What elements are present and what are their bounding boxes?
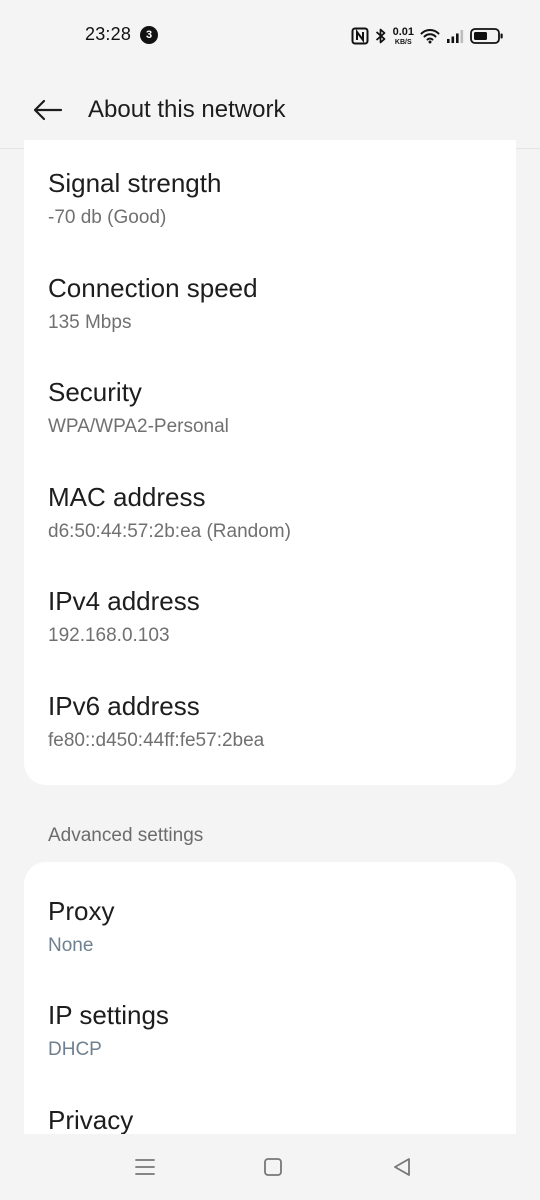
- ipv4-address-item[interactable]: IPv4 address 192.168.0.103: [48, 585, 200, 649]
- privacy-item[interactable]: Privacy: [48, 1104, 133, 1136]
- item-title: IPv4 address: [48, 586, 200, 616]
- item-value: -70 db (Good): [48, 207, 167, 228]
- advanced-settings-header: Advanced settings: [48, 825, 204, 846]
- app-bar: About this network: [0, 72, 540, 149]
- navigation-bar: [0, 1134, 540, 1200]
- wifi-icon: [420, 28, 440, 44]
- signal-icon: [446, 29, 464, 43]
- nfc-icon: [351, 27, 369, 45]
- system-back-button[interactable]: [389, 1154, 415, 1180]
- network-speed-unit: KB/S: [394, 38, 412, 46]
- status-time: 23:28: [85, 24, 132, 44]
- ip-settings-item[interactable]: IP settings DHCP: [48, 999, 169, 1063]
- item-title: Connection speed: [48, 273, 258, 303]
- connection-speed-item[interactable]: Connection speed 135 Mbps: [48, 272, 258, 336]
- network-info-card: Signal strength -70 db (Good) Connection…: [24, 140, 516, 785]
- security-item[interactable]: Security WPA/WPA2-Personal: [48, 376, 229, 440]
- item-title: IPv6 address: [48, 691, 200, 721]
- network-speed-value: 0.01: [392, 25, 414, 38]
- status-bar: 23:28 3 0.01 KB/S: [0, 0, 540, 72]
- back-icon: [394, 1158, 410, 1176]
- ipv6-address-item[interactable]: IPv6 address fe80::d450:44ff:fe57:2bea: [48, 690, 264, 754]
- item-value: DHCP: [48, 1039, 102, 1060]
- item-title: Signal strength: [48, 168, 222, 198]
- item-value: None: [48, 935, 94, 956]
- item-value: d6:50:44:57:2b:ea (Random): [48, 521, 291, 542]
- home-icon: [264, 1158, 282, 1176]
- menu-icon: [135, 1159, 155, 1175]
- item-value: WPA/WPA2-Personal: [48, 416, 229, 437]
- home-button[interactable]: [260, 1154, 286, 1180]
- status-icons: 0.01 KB/S: [351, 24, 504, 48]
- signal-strength-item[interactable]: Signal strength -70 db (Good): [48, 167, 221, 231]
- item-title: Proxy: [48, 896, 115, 926]
- advanced-settings-card: Proxy None IP settings DHCP Privacy: [24, 862, 516, 1162]
- item-value: fe80::d450:44ff:fe57:2bea: [48, 730, 265, 751]
- page-title: About this network: [88, 96, 286, 123]
- item-title: Security: [48, 377, 142, 407]
- arrow-left-icon: [33, 99, 63, 121]
- mac-address-item[interactable]: MAC address d6:50:44:57:2b:ea (Random): [48, 481, 291, 545]
- network-speed: 0.01 KB/S: [392, 25, 414, 46]
- item-title: IP settings: [48, 1000, 169, 1030]
- battery-icon: [470, 27, 504, 45]
- bluetooth-icon: [375, 27, 387, 45]
- item-value: 135 Mbps: [48, 312, 132, 333]
- recents-button[interactable]: [132, 1154, 158, 1180]
- back-button[interactable]: [30, 94, 66, 126]
- item-title: MAC address: [48, 482, 206, 512]
- item-value: 192.168.0.103: [48, 625, 170, 646]
- item-title: Privacy: [48, 1105, 134, 1135]
- proxy-item[interactable]: Proxy None: [48, 895, 114, 959]
- notification-count-badge: 3: [140, 26, 158, 44]
